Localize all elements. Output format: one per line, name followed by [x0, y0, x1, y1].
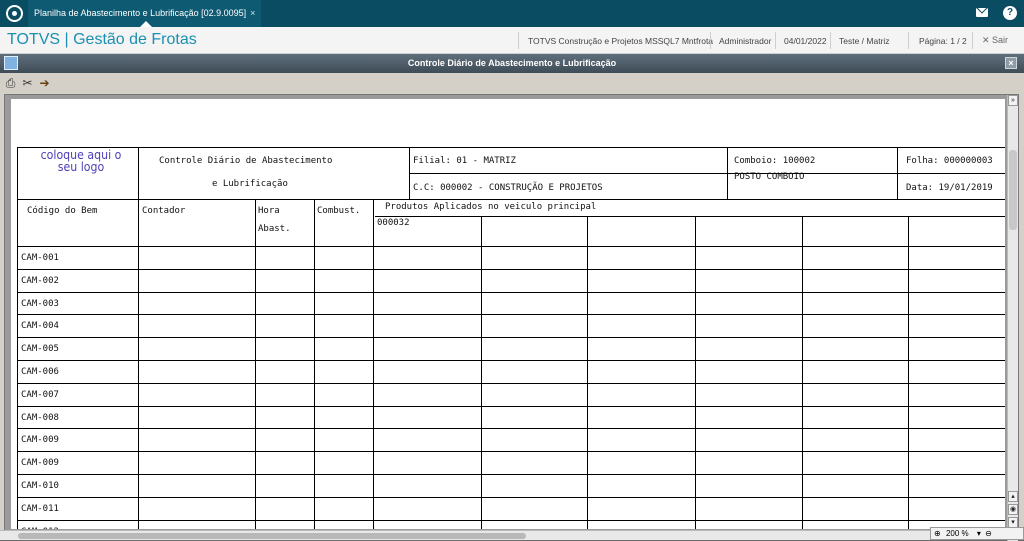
logo-placeholder: coloque aqui o seu logo: [40, 147, 122, 175]
tab-bar: Planilha de Abastecimento e Lubrificação…: [0, 0, 1024, 27]
row-code: CAM-003: [21, 299, 59, 309]
column-header: Código do Bem: [27, 206, 98, 216]
dialog-title: Controle Diário de Abastecimento e Lubri…: [407, 58, 617, 68]
row-code: CAM-009: [21, 435, 59, 445]
app-title: TOTVS | Gestão de Frotas: [7, 31, 197, 48]
divider: [775, 32, 776, 49]
column-header: Hora: [258, 206, 280, 216]
report-title-line1: Controle Diário de Abastecimento: [159, 156, 333, 166]
date-label: 04/01/2022: [784, 36, 827, 46]
filial-label: Filial: 01 - MATRIZ: [413, 156, 516, 166]
row-divider: [17, 314, 1005, 315]
dialog-close-button[interactable]: ×: [1005, 57, 1017, 69]
report-page: coloque aqui o seu logo Controle Diário …: [11, 99, 1005, 529]
scroll-thumb[interactable]: [1009, 150, 1017, 230]
horizontal-scrollbar[interactable]: [0, 530, 1024, 540]
row-divider: [17, 406, 1005, 407]
row-code: CAM-002: [21, 276, 59, 286]
row-code: CAM-004: [21, 321, 59, 331]
mail-icon[interactable]: [976, 8, 988, 17]
toolbar: ⎙ ✂ ➔: [0, 73, 1024, 93]
zoom-center-icon[interactable]: ◉: [1008, 504, 1018, 515]
app-header: TOTVS | Gestão de Frotas TOTVS Construçã…: [0, 27, 1024, 54]
row-code: CAM-007: [21, 390, 59, 400]
row-divider: [17, 497, 1005, 498]
window-icon: [4, 56, 18, 70]
row-code: CAM-012: [21, 527, 59, 529]
exit-label: Sair: [992, 35, 1009, 45]
row-divider: [17, 292, 1005, 293]
tab-planilha[interactable]: Planilha de Abastecimento e Lubrificação…: [28, 0, 262, 27]
row-divider: [17, 451, 1005, 452]
row-divider: [17, 269, 1005, 270]
folha-label: Folha: 000000003: [906, 156, 993, 166]
divider: [972, 32, 973, 49]
tab-close-icon[interactable]: ×: [250, 8, 255, 18]
help-icon[interactable]: ?: [1003, 6, 1017, 20]
row-code: CAM-008: [21, 413, 59, 423]
exit-door-icon[interactable]: ➔: [37, 76, 52, 90]
user-label: Administrador: [719, 36, 772, 46]
row-code: CAM-001: [21, 253, 59, 263]
chevron-down-icon[interactable]: ▾: [977, 529, 981, 538]
print-preview[interactable]: coloque aqui o seu logo Controle Diário …: [4, 94, 1019, 541]
divider: [908, 32, 909, 49]
scroll-end-icon[interactable]: »: [1008, 95, 1018, 106]
column-header: Contador: [142, 206, 186, 216]
tools-icon[interactable]: ✂: [20, 76, 35, 90]
report-dialog: Controle Diário de Abastecimento e Lubri…: [0, 54, 1024, 541]
zoom-control[interactable]: ⊕ 200 % ▾ ⊖: [930, 527, 1024, 540]
row-code: CAM-010: [21, 481, 59, 491]
scroll-thumb[interactable]: [18, 533, 526, 539]
zoom-out-icon[interactable]: ⊖: [985, 529, 992, 538]
column-header: Produtos Aplicados no veiculo principal: [385, 202, 597, 212]
vertical-scrollbar[interactable]: » ▴ ◉ ▾: [1007, 95, 1018, 541]
comboio-label: Comboio: 100002: [734, 156, 816, 166]
page-label: Página: 1 / 2: [919, 36, 967, 46]
zoom-in-icon[interactable]: ⊕: [934, 529, 941, 538]
posto-label: POSTO COMBOIO: [734, 172, 805, 182]
tab-label: Planilha de Abastecimento e Lubrificação…: [34, 8, 247, 18]
page-up-icon[interactable]: ▴: [1008, 491, 1018, 502]
row-divider: [17, 474, 1005, 475]
row-divider: [17, 337, 1005, 338]
printer-icon[interactable]: ⎙: [3, 76, 18, 90]
report-title-line2: e Lubrificação: [212, 179, 288, 189]
data-label: Data: 19/01/2019: [906, 183, 993, 193]
row-code: CAM-011: [21, 504, 59, 514]
zoom-value[interactable]: 200 %: [946, 529, 969, 538]
dialog-titlebar: Controle Diário de Abastecimento e Lubri…: [0, 54, 1024, 73]
row-divider: [17, 360, 1005, 361]
home-icon[interactable]: [6, 5, 23, 22]
divider: [830, 32, 831, 49]
divider: [710, 32, 711, 49]
cost-center-label: C.C: 000002 - CONSTRUÇÃO E PROJETOS: [413, 183, 603, 193]
exit-button[interactable]: ✕ Sair: [982, 35, 1008, 46]
row-code: CAM-005: [21, 344, 59, 354]
divider: [518, 32, 519, 49]
row-code: CAM-006: [21, 367, 59, 377]
company-label: TOTVS Construção e Projetos MSSQL7 Mntfr…: [528, 36, 714, 46]
product-code: 000032: [377, 218, 410, 228]
column-header: Abast.: [258, 224, 291, 234]
row-divider: [17, 383, 1005, 384]
column-header: Combust.: [317, 206, 361, 216]
row-code: CAM-009: [21, 458, 59, 468]
row-divider: [17, 520, 1005, 521]
branch-label: Teste / Matriz: [839, 36, 890, 46]
row-divider: [17, 428, 1005, 429]
